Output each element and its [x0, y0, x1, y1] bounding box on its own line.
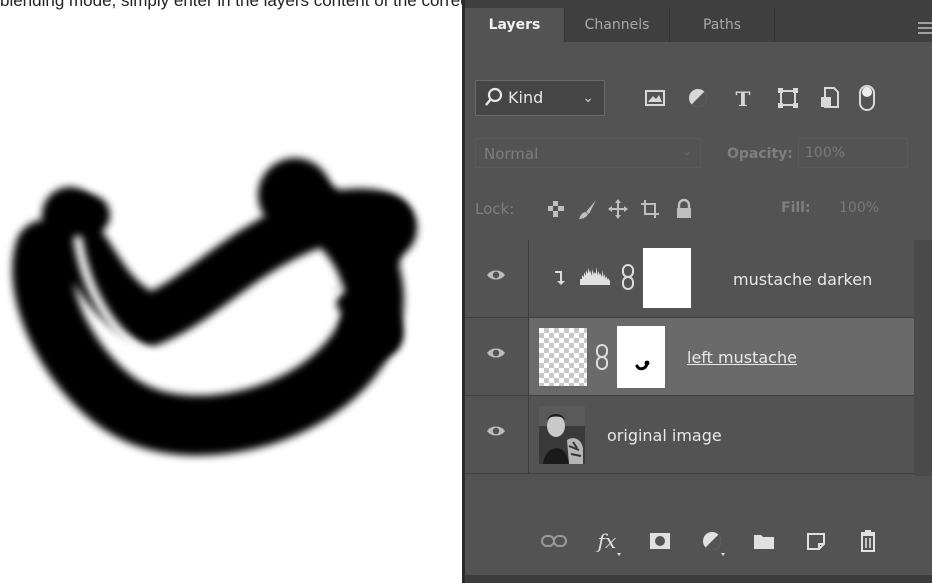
opacity-value: 100% — [805, 145, 846, 161]
search-icon — [485, 87, 503, 106]
layer-thumbnail[interactable] — [539, 328, 587, 386]
panel-bottom-edge — [465, 575, 932, 583]
layer-name[interactable]: left mustache — [687, 348, 797, 367]
lock-label: Lock: — [475, 200, 515, 218]
layer-mask-thumbnail[interactable] — [613, 322, 669, 392]
blend-mode-value: Normal — [484, 145, 539, 163]
shape-filter-icon[interactable] — [775, 85, 801, 111]
link-icon[interactable] — [595, 344, 609, 370]
trash-icon[interactable] — [853, 526, 883, 556]
fill-field[interactable]: 100% — [833, 194, 913, 224]
lock-position-icon[interactable] — [607, 198, 629, 220]
fx-layer-style-icon[interactable]: fx — [593, 526, 623, 556]
mask-brush-stroke — [12, 158, 417, 456]
layer-name[interactable]: original image — [607, 426, 722, 445]
blend-mode-select[interactable]: Normal ⌄ — [475, 138, 701, 168]
filter-kind-label: Kind — [508, 88, 544, 107]
new-group-folder-icon[interactable] — [749, 526, 779, 556]
new-adjustment-layer-icon[interactable] — [697, 526, 727, 556]
layers-list: mustache darken left mustache original i… — [465, 240, 932, 476]
opacity-field[interactable]: 100% — [798, 138, 908, 168]
levels-adjustment-icon — [580, 267, 610, 285]
layer-body[interactable]: original image — [529, 396, 914, 473]
blend-options-row: Normal ⌄ Opacity: 100% — [465, 134, 932, 174]
lock-artboard-icon[interactable] — [639, 198, 661, 220]
layers-action-bar: fx — [465, 520, 932, 583]
type-filter-icon[interactable]: T — [730, 85, 756, 111]
chevron-down-icon: ⌄ — [582, 90, 594, 106]
panel-menu-icon[interactable] — [918, 22, 932, 34]
layer-image-thumbnail[interactable] — [539, 406, 585, 464]
adjustment-filter-icon[interactable] — [685, 85, 711, 111]
tab-channels[interactable]: Channels — [565, 8, 670, 42]
visibility-toggle[interactable] — [465, 240, 529, 317]
filter-kind-select[interactable]: Kind ⌄ — [475, 80, 605, 116]
canvas-area[interactable] — [0, 0, 462, 583]
link-icon[interactable] — [621, 264, 635, 290]
add-mask-icon[interactable] — [645, 526, 675, 556]
layer-row-left-mustache[interactable]: left mustache — [465, 318, 932, 396]
eye-icon — [487, 348, 505, 358]
layer-body[interactable]: mustache darken — [529, 240, 914, 317]
chevron-down-icon: ⌄ — [681, 144, 692, 158]
opacity-label: Opacity: — [727, 146, 793, 162]
layers-scrollbar[interactable] — [914, 240, 932, 476]
tab-layers[interactable]: Layers — [465, 8, 565, 42]
mask-thumbnail-preview — [613, 322, 669, 392]
layer-body[interactable]: left mustache — [529, 318, 914, 395]
svg-text:fx: fx — [596, 529, 617, 553]
eye-icon — [487, 426, 505, 436]
layer-filter-row: Kind ⌄ T — [465, 80, 932, 120]
layer-row-mustache-darken[interactable]: mustache darken — [465, 240, 932, 318]
new-layer-icon[interactable] — [801, 526, 831, 556]
link-layers-icon[interactable] — [539, 526, 569, 556]
lock-image-pixels-icon[interactable] — [577, 198, 599, 220]
lock-transparent-pixels-icon[interactable] — [545, 198, 567, 220]
image-filter-icon[interactable] — [642, 85, 668, 111]
layer-mask-thumbnail[interactable] — [643, 248, 691, 308]
fill-label: Fill: — [781, 200, 811, 216]
tab-paths[interactable]: Paths — [670, 8, 775, 42]
clipping-mask-arrow-icon — [555, 271, 565, 285]
lock-row: Lock: Fill: 100% — [465, 190, 932, 230]
panel-tab-bar: Layers Channels Paths — [465, 0, 932, 42]
lock-all-icon[interactable] — [673, 198, 695, 220]
visibility-toggle[interactable] — [465, 396, 529, 473]
svg-text:T: T — [736, 87, 751, 111]
eye-icon — [487, 270, 505, 280]
layer-name[interactable]: mustache darken — [733, 270, 872, 289]
fill-value: 100% — [839, 200, 880, 216]
visibility-toggle[interactable] — [465, 318, 529, 395]
filter-toggle-switch[interactable] — [857, 85, 875, 111]
layer-row-original-image[interactable]: original image — [465, 396, 932, 474]
smart-object-filter-icon[interactable] — [817, 85, 843, 111]
layers-panel: Layers Channels Paths Kind ⌄ T Normal ⌄ … — [462, 0, 932, 583]
